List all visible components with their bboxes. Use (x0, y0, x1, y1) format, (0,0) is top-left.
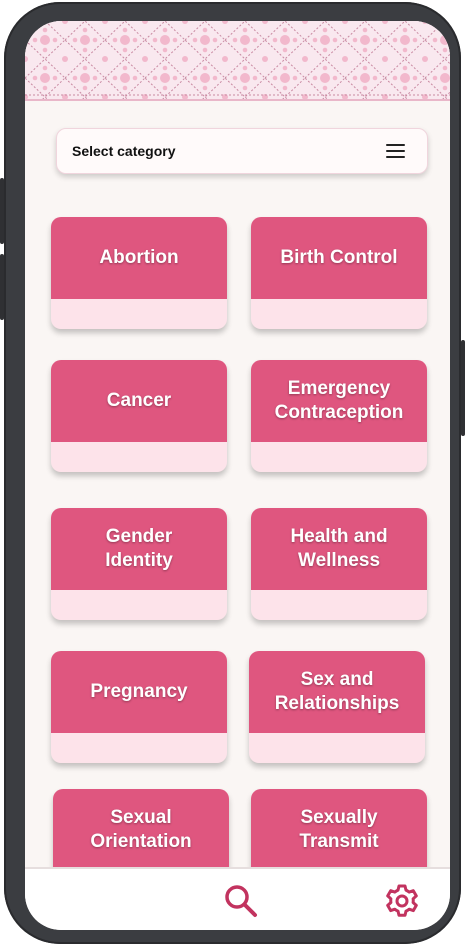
category-tile-emergency-contraception[interactable]: Emergency Contraception (251, 360, 427, 472)
category-selector[interactable]: Select category (56, 128, 428, 174)
category-tile-health-and-wellness[interactable]: Health and Wellness (251, 508, 427, 620)
gear-icon[interactable] (384, 883, 420, 919)
phone-frame: Select category Abortion Birth Control C… (0, 2, 465, 944)
category-tile-sex-and-relationships[interactable]: Sex and Relationships (249, 651, 425, 763)
category-tile-gender-identity[interactable]: Gender Identity (51, 508, 227, 620)
app-screen: Select category Abortion Birth Control C… (25, 21, 450, 930)
category-tile-label: Pregnancy (90, 681, 188, 702)
category-tile-label: Birth Control (280, 247, 398, 268)
category-tile-label: Abortion (99, 247, 179, 268)
category-tile-label: Sexual Orientation (90, 807, 192, 852)
category-tile-label: Health and Wellness (290, 526, 388, 571)
decorative-header-pattern (25, 21, 450, 101)
side-button-left-1 (0, 178, 4, 244)
side-button-right (461, 340, 465, 436)
category-tile-birth-control[interactable]: Birth Control (251, 217, 427, 329)
category-tile-abortion[interactable]: Abortion (51, 217, 227, 329)
select-category-label: Select category (72, 143, 176, 159)
category-tile-label: Sexually Transmit (299, 807, 379, 852)
category-tile-label: Gender Identity (105, 526, 173, 571)
category-tile-label: Emergency Contraception (274, 378, 404, 423)
category-tile-cancer[interactable]: Cancer (51, 360, 227, 472)
search-icon[interactable] (223, 883, 259, 919)
category-tile-label: Cancer (106, 390, 172, 411)
hamburger-menu-icon[interactable] (386, 144, 405, 158)
category-tile-pregnancy[interactable]: Pregnancy (51, 651, 227, 763)
category-tile-label: Sex and Relationships (274, 669, 400, 714)
bottom-navigation-bar (25, 867, 450, 930)
side-button-left-2 (0, 254, 4, 320)
